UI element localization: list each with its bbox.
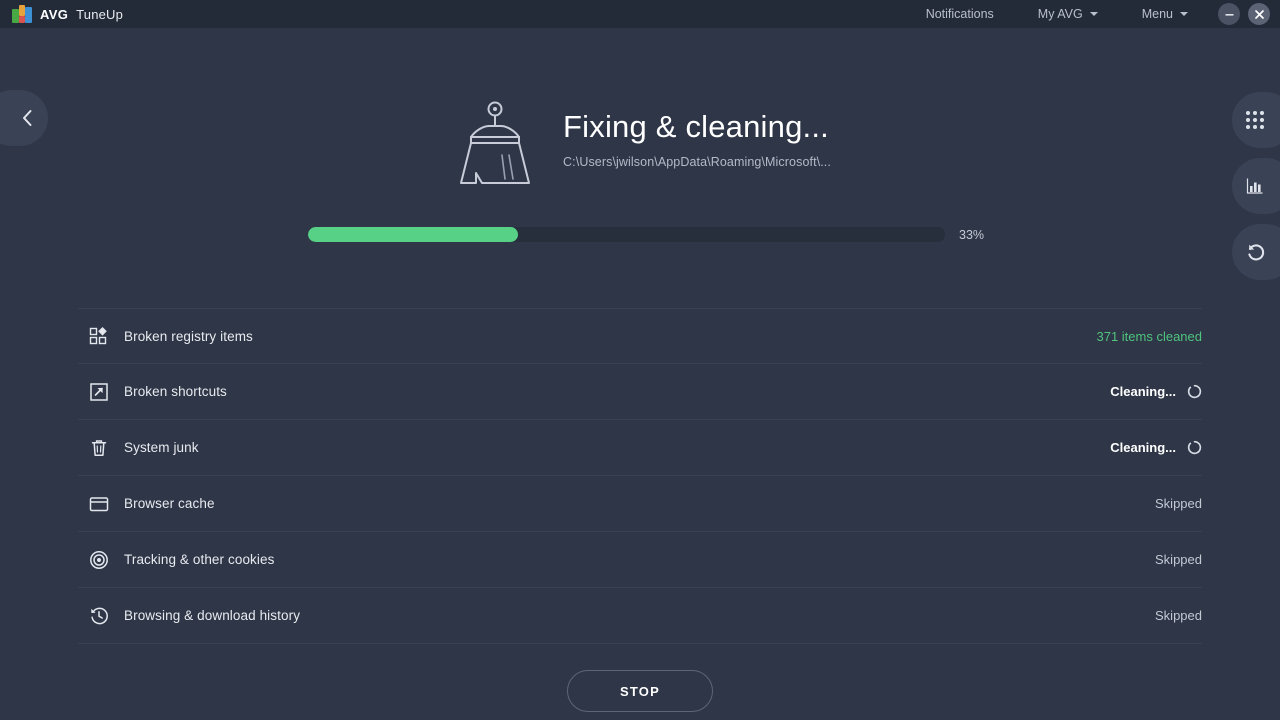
- status-badge: Cleaning...: [1110, 384, 1202, 399]
- avg-logo-icon: [12, 5, 32, 23]
- table-row: Browsing & download history Skipped: [78, 588, 1202, 644]
- table-row: System junk Cleaning...: [78, 420, 1202, 476]
- chevron-down-icon: [1089, 12, 1098, 16]
- registry-icon: [78, 326, 124, 346]
- top-navigation: Notifications My AVG Menu: [904, 0, 1280, 28]
- status-badge: Skipped: [1155, 496, 1202, 511]
- status-text: Skipped: [1155, 552, 1202, 567]
- loading-spinner-icon: [1187, 440, 1202, 455]
- row-label: Broken registry items: [124, 328, 253, 344]
- progress-bar: [308, 227, 945, 242]
- status-text: Skipped: [1155, 608, 1202, 623]
- clock-history-icon: [78, 606, 124, 626]
- current-path-label: C:\Users\jwilson\AppData\Roaming\Microso…: [563, 154, 831, 169]
- nav-menu[interactable]: Menu: [1120, 0, 1210, 28]
- undo-icon: [1248, 244, 1265, 261]
- close-button[interactable]: [1248, 3, 1270, 25]
- progress-bar-fill: [308, 227, 519, 242]
- hero-text: Fixing & cleaning... C:\Users\jwilson\Ap…: [563, 95, 831, 169]
- row-label: Browsing & download history: [124, 608, 301, 623]
- nav-my-avg-label: My AVG: [1037, 7, 1083, 21]
- nav-menu-label: Menu: [1141, 7, 1173, 21]
- status-text: Skipped: [1155, 496, 1202, 511]
- status-badge: 371 items cleaned: [1096, 329, 1202, 344]
- browser-window-icon: [78, 494, 124, 514]
- trash-icon: [78, 438, 124, 458]
- broom-icon: [460, 101, 531, 184]
- status-badge: Skipped: [1155, 552, 1202, 567]
- stop-button[interactable]: STOP: [567, 670, 713, 712]
- footer-actions: STOP: [0, 670, 1280, 712]
- sidebar-item-rescue-center[interactable]: [1232, 224, 1280, 280]
- page-title: Fixing & cleaning...: [563, 109, 829, 144]
- hero-section: Fixing & cleaning... C:\Users\jwilson\Ap…: [0, 95, 1280, 190]
- row-label: System junk: [124, 440, 199, 455]
- row-label: Tracking & other cookies: [124, 552, 275, 567]
- table-row: Browser cache Skipped: [78, 476, 1202, 532]
- chevron-down-icon: [1180, 12, 1188, 16]
- table-row: Tracking & other cookies Skipped: [78, 532, 1202, 588]
- nav-my-avg[interactable]: My AVG: [1016, 0, 1120, 28]
- table-row: Broken registry items 371 items cleaned: [78, 308, 1202, 364]
- brand-product-label: TuneUp: [76, 6, 124, 22]
- table-row: Broken shortcuts Cleaning...: [78, 364, 1202, 420]
- cookie-target-icon: [78, 550, 124, 570]
- cleanup-item-list: Broken registry items 371 items cleaned Br…: [78, 308, 1202, 644]
- progress-section: 33%: [308, 227, 984, 242]
- progress-percent-label: 33%: [959, 227, 985, 242]
- brand-avg-label: AVG: [40, 6, 69, 22]
- status-badge: Cleaning...: [1110, 440, 1202, 455]
- row-label: Browser cache: [124, 496, 215, 511]
- status-text: Cleaning...: [1110, 440, 1176, 455]
- minimize-button[interactable]: [1218, 3, 1240, 25]
- status-badge: Skipped: [1155, 608, 1202, 623]
- app-brand: AVG TuneUp: [0, 5, 123, 23]
- nav-notifications[interactable]: Notifications: [904, 0, 1016, 28]
- title-bar: AVG TuneUp Notifications My AVG Menu: [0, 0, 1280, 28]
- close-icon: [1254, 9, 1264, 19]
- status-text: Cleaning...: [1110, 384, 1176, 399]
- loading-spinner-icon: [1187, 384, 1202, 399]
- minimize-icon: [1225, 13, 1233, 16]
- nav-notifications-label: Notifications: [925, 7, 994, 21]
- row-label: Broken shortcuts: [124, 384, 227, 399]
- shortcut-icon: [78, 382, 124, 402]
- status-text: 371 items cleaned: [1096, 328, 1202, 344]
